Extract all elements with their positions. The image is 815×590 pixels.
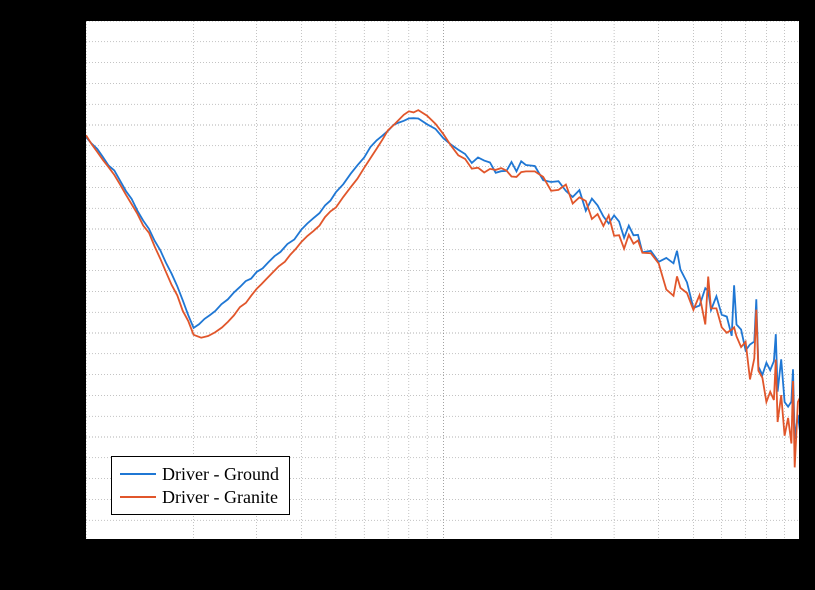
legend-item: Driver - Ground bbox=[120, 463, 279, 486]
series-line bbox=[86, 118, 800, 439]
series-line bbox=[86, 110, 800, 467]
series-group bbox=[86, 110, 800, 467]
legend: Driver - Ground Driver - Granite bbox=[111, 456, 290, 515]
legend-label: Driver - Ground bbox=[162, 463, 279, 486]
chart-plot: Driver - Ground Driver - Granite bbox=[85, 20, 800, 540]
legend-item: Driver - Granite bbox=[120, 486, 279, 509]
legend-swatch-icon bbox=[120, 473, 156, 475]
legend-swatch-icon bbox=[120, 496, 156, 498]
legend-label: Driver - Granite bbox=[162, 486, 278, 509]
